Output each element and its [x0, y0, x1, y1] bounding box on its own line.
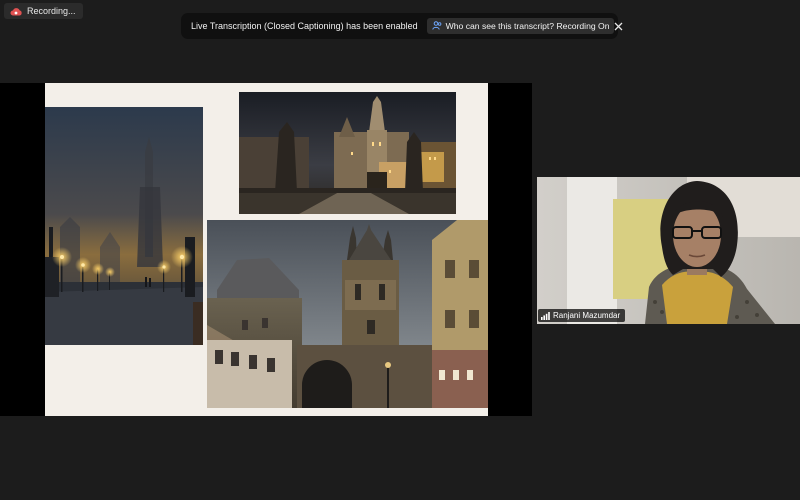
gothic-tower-night-photo: [239, 92, 456, 214]
recording-label: Recording...: [27, 6, 76, 16]
live-transcription-banner: Live Transcription (Closed Captioning) h…: [181, 13, 623, 39]
signal-bars-icon: [541, 311, 550, 320]
presentation-slide: [45, 83, 488, 416]
who-can-see-transcript-button[interactable]: Who can see this transcript? Recording O…: [426, 18, 615, 34]
close-icon: [615, 22, 623, 30]
recording-indicator[interactable]: Recording...: [4, 3, 83, 19]
people-icon: [431, 20, 442, 32]
shared-screen[interactable]: [0, 83, 532, 416]
participant-video-tile[interactable]: Ranjani Mazumdar: [537, 177, 800, 324]
cloud-record-icon: [10, 7, 22, 16]
close-banner-button[interactable]: [614, 19, 623, 33]
participant-video-feed: [537, 177, 800, 324]
bridge-tower-dusk-photo: [207, 220, 488, 408]
foggy-bridge-night-photo: [45, 107, 203, 345]
who-can-see-label: Who can see this transcript? Recording O…: [445, 21, 610, 31]
transcription-message: Live Transcription (Closed Captioning) h…: [191, 21, 418, 31]
participant-name-tag: Ranjani Mazumdar: [538, 309, 626, 322]
participant-name: Ranjani Mazumdar: [553, 311, 621, 320]
